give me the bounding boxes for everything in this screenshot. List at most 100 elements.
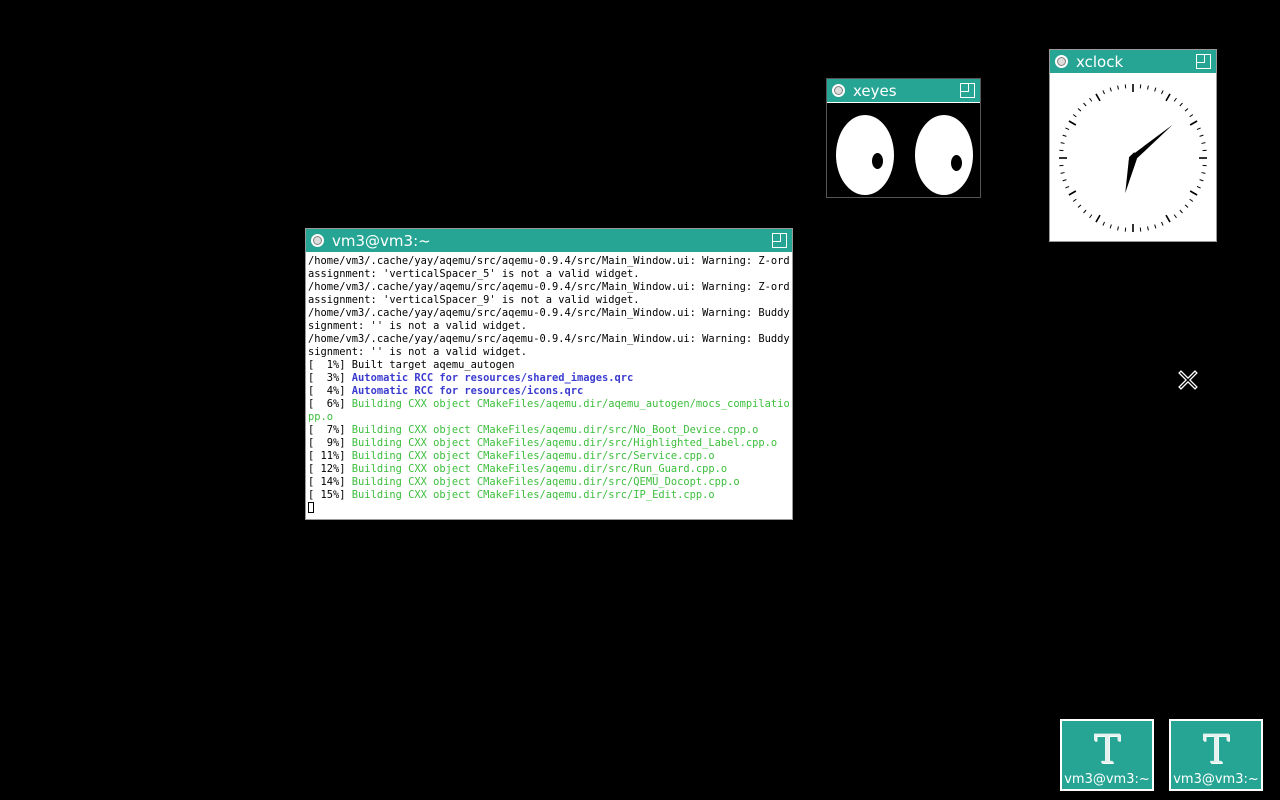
- terminal-titlebar[interactable]: vm3@vm3:~: [306, 229, 792, 253]
- minute-tick: [1154, 87, 1157, 92]
- xeyes-window[interactable]: xeyes: [826, 78, 981, 198]
- minute-tick: [1102, 90, 1105, 95]
- minute-tick: [1072, 114, 1077, 118]
- minute-tick: [1089, 214, 1093, 219]
- line-text: signment: '' is not a valid widget.: [308, 346, 527, 358]
- minute-tick: [1161, 221, 1164, 226]
- right-pupil: [951, 155, 962, 171]
- terminal-icon: T: [1202, 727, 1230, 773]
- icon-label: vm3@vm3:~: [1173, 772, 1259, 787]
- progress-prefix: [ 9%]: [308, 437, 352, 449]
- minute-tick: [1060, 142, 1065, 144]
- line-text: Building CXX object CMakeFiles/aqemu.dir…: [351, 476, 740, 488]
- terminal-line: [ 7%] Building CXX object CMakeFiles/aqe…: [308, 424, 790, 437]
- window-menu-button[interactable]: [1055, 55, 1068, 68]
- minute-tick: [1077, 108, 1082, 112]
- minute-tick: [1062, 179, 1067, 182]
- hour-hand: [1125, 152, 1137, 194]
- line-text: Building CXX object CMakeFiles/aqemu.dir…: [351, 437, 778, 449]
- xclock-titlebar[interactable]: xclock: [1050, 50, 1216, 74]
- terminal-line: /home/vm3/.cache/yay/aqemu/src/aqemu-0.9…: [308, 333, 790, 346]
- minute-tick: [1184, 108, 1189, 112]
- minute-tick: [1060, 172, 1065, 174]
- minute-tick: [1199, 179, 1204, 182]
- minute-tick: [1161, 90, 1164, 95]
- terminal-output[interactable]: /home/vm3/.cache/yay/aqemu/src/aqemu-0.9…: [308, 255, 790, 517]
- left-eye: [836, 115, 894, 195]
- terminal-line: [ 6%] Building CXX object CMakeFiles/aqe…: [308, 398, 790, 411]
- xclock-window[interactable]: xclock: [1049, 49, 1217, 242]
- terminal-line: [ 15%] Building CXX object CMakeFiles/aq…: [308, 489, 790, 502]
- hour-tick: [1068, 120, 1077, 126]
- minute-tick: [1199, 134, 1204, 137]
- progress-prefix: [ 15%]: [308, 489, 352, 501]
- line-text: Building CXX object CMakeFiles/aqemu.dir…: [351, 450, 715, 462]
- hour-tick: [1068, 190, 1077, 196]
- minute-tick: [1117, 226, 1119, 231]
- minute-tick: [1196, 127, 1201, 130]
- minute-tick: [1154, 224, 1157, 229]
- maximize-button[interactable]: [772, 233, 787, 248]
- terminal-line: [ 1%] Built target aqemu_autogen: [308, 359, 790, 372]
- terminal-window[interactable]: vm3@vm3:~ /home/vm3/.cache/yay/aqemu/src…: [305, 228, 793, 520]
- iconified-terminal-1[interactable]: T vm3@vm3:~: [1060, 719, 1154, 791]
- minute-tick: [1201, 142, 1206, 144]
- terminal-line: [ 9%] Building CXX object CMakeFiles/aqe…: [308, 437, 790, 450]
- line-text: assignment: 'verticalSpacer_9' is not a …: [308, 294, 640, 306]
- minute-tick: [1196, 186, 1201, 189]
- terminal-line: [ 14%] Building CXX object CMakeFiles/aq…: [308, 476, 790, 489]
- terminal-line: [ 11%] Building CXX object CMakeFiles/aq…: [308, 450, 790, 463]
- terminal-line: [ 4%] Automatic RCC for resources/icons.…: [308, 385, 790, 398]
- terminal-line: signment: '' is not a valid widget.: [308, 346, 790, 359]
- progress-prefix: [ 6%]: [308, 398, 352, 410]
- progress-prefix: [ 11%]: [308, 450, 352, 462]
- terminal-line: /home/vm3/.cache/yay/aqemu/src/aqemu-0.9…: [308, 281, 790, 294]
- minute-tick: [1072, 198, 1077, 202]
- line-text: Automatic RCC for resources/icons.qrc: [351, 385, 584, 397]
- terminal-line: /home/vm3/.cache/yay/aqemu/src/aqemu-0.9…: [308, 307, 790, 320]
- minute-tick: [1179, 209, 1183, 214]
- line-text: Built target aqemu_autogen: [351, 359, 515, 371]
- x-cursor-icon: [1178, 370, 1198, 390]
- line-text: signment: '' is not a valid widget.: [308, 320, 527, 332]
- hour-tick: [1095, 214, 1101, 223]
- hour-tick: [1095, 93, 1101, 102]
- terminal-line: assignment: 'verticalSpacer_9' is not a …: [308, 294, 790, 307]
- iconified-terminal-2[interactable]: T vm3@vm3:~: [1169, 719, 1263, 791]
- progress-prefix: [ 1%]: [308, 359, 352, 371]
- window-menu-button[interactable]: [311, 234, 324, 247]
- minute-tick: [1065, 127, 1070, 130]
- terminal-line: pp.o: [308, 411, 790, 424]
- clock-face: [1050, 76, 1216, 241]
- maximize-button[interactable]: [1196, 54, 1211, 69]
- progress-prefix: [ 3%]: [308, 372, 352, 384]
- left-pupil: [872, 153, 883, 169]
- window-title: xclock: [1076, 52, 1124, 71]
- line-text: assignment: 'verticalSpacer_5' is not a …: [308, 268, 640, 280]
- line-text: /home/vm3/.cache/yay/aqemu/src/aqemu-0.9…: [308, 281, 790, 293]
- minute-tick: [1173, 214, 1177, 219]
- line-text: Building CXX object CMakeFiles/aqemu.dir…: [351, 398, 790, 410]
- minute-tick: [1201, 172, 1206, 174]
- line-text: Automatic RCC for resources/shared_image…: [351, 372, 634, 384]
- minute-tick: [1102, 221, 1105, 226]
- minute-tick: [1077, 204, 1082, 208]
- minute-tick: [1147, 85, 1149, 90]
- xeyes-titlebar[interactable]: xeyes: [827, 79, 980, 103]
- hour-tick: [1189, 120, 1198, 126]
- maximize-button[interactable]: [960, 83, 975, 98]
- minute-tick: [1189, 114, 1194, 118]
- line-text: pp.o: [308, 411, 334, 423]
- minute-tick: [1184, 204, 1189, 208]
- minute-tick: [1062, 134, 1067, 137]
- terminal-line: [ 3%] Automatic RCC for resources/shared…: [308, 372, 790, 385]
- line-text: Building CXX object CMakeFiles/aqemu.dir…: [351, 489, 715, 501]
- terminal-line: /home/vm3/.cache/yay/aqemu/src/aqemu-0.9…: [308, 255, 790, 268]
- minute-tick: [1109, 87, 1112, 92]
- minute-tick: [1189, 198, 1194, 202]
- line-text: /home/vm3/.cache/yay/aqemu/src/aqemu-0.9…: [308, 333, 790, 345]
- window-title: xeyes: [853, 81, 897, 100]
- icon-label: vm3@vm3:~: [1064, 772, 1150, 787]
- right-eye: [915, 115, 973, 195]
- window-menu-button[interactable]: [832, 84, 845, 97]
